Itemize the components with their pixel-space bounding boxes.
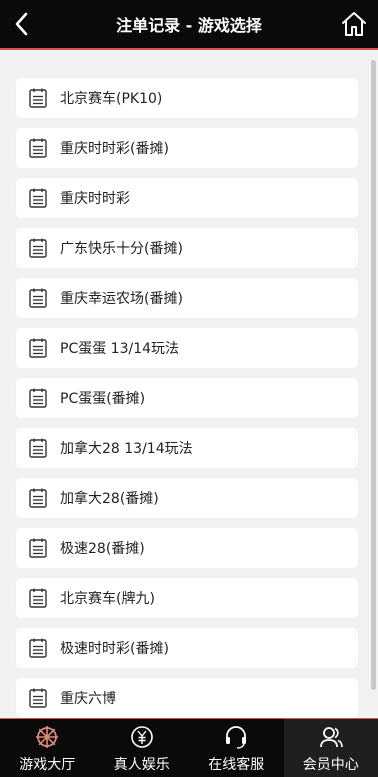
document-list-icon	[28, 337, 48, 359]
yen-coin-icon	[129, 724, 155, 750]
game-list-item[interactable]: 重庆六博	[16, 678, 358, 718]
game-list-item[interactable]: 北京赛车(牌九)	[16, 578, 358, 618]
top-bar: 注单记录 - 游戏选择	[0, 0, 378, 50]
tab-online-support[interactable]: 在线客服	[189, 719, 284, 777]
tab-game-lobby[interactable]: 游戏大厅	[0, 719, 95, 777]
game-name: 极速时时彩(番摊)	[60, 638, 169, 658]
game-name: 北京赛车(PK10)	[60, 88, 162, 108]
game-list-item[interactable]: 广东快乐十分(番摊)	[16, 228, 358, 268]
game-name: PC蛋蛋(番摊)	[60, 388, 145, 408]
game-name: PC蛋蛋 13/14玩法	[60, 338, 179, 358]
game-name: 北京赛车(牌九)	[60, 588, 155, 608]
document-list-icon	[28, 437, 48, 459]
home-icon[interactable]	[340, 10, 368, 38]
game-list-item[interactable]: 北京赛车(PK10)	[16, 78, 358, 118]
tab-label: 真人娱乐	[114, 754, 170, 774]
document-list-icon	[28, 87, 48, 109]
page-title: 注单记录 - 游戏选择	[116, 12, 262, 36]
game-list-item[interactable]: 极速时时彩(番摊)	[16, 628, 358, 668]
game-list: 北京赛车(PK10) 重庆时时彩(番摊) 重庆时时彩广东快乐十分(番摊) 重庆幸运农场…	[16, 78, 358, 718]
game-list-item[interactable]: PC蛋蛋(番摊)	[16, 378, 358, 418]
game-name: 广东快乐十分(番摊)	[60, 238, 183, 258]
tab-member-center[interactable]: 会员中心	[284, 719, 378, 777]
headset-icon	[223, 724, 249, 750]
game-name: 重庆时时彩(番摊)	[60, 138, 169, 158]
back-arrow-icon[interactable]	[10, 11, 36, 37]
document-list-icon	[28, 287, 48, 309]
bottom-tab-bar: 游戏大厅 真人娱乐 在线客服 会员中心	[0, 718, 378, 777]
game-name: 重庆幸运农场(番摊)	[60, 288, 183, 308]
document-list-icon	[28, 487, 48, 509]
document-list-icon	[28, 637, 48, 659]
tab-label: 在线客服	[208, 754, 264, 774]
game-list-area[interactable]: 北京赛车(PK10) 重庆时时彩(番摊) 重庆时时彩广东快乐十分(番摊) 重庆幸运农场…	[0, 50, 378, 718]
game-list-item[interactable]: 极速28(番摊)	[16, 528, 358, 568]
game-list-item[interactable]: 重庆时时彩(番摊)	[16, 128, 358, 168]
game-name: 重庆六博	[60, 688, 116, 708]
users-icon	[318, 724, 344, 750]
game-list-item[interactable]: 加拿大28 13/14玩法	[16, 428, 358, 468]
game-name: 极速28(番摊)	[60, 538, 145, 558]
game-name: 重庆时时彩	[60, 188, 130, 208]
scrollbar[interactable]	[371, 60, 376, 690]
ship-wheel-icon	[34, 724, 60, 750]
tab-live-casino[interactable]: 真人娱乐	[95, 719, 190, 777]
document-list-icon	[28, 187, 48, 209]
document-list-icon	[28, 537, 48, 559]
game-list-item[interactable]: 重庆幸运农场(番摊)	[16, 278, 358, 318]
document-list-icon	[28, 137, 48, 159]
game-list-item[interactable]: 重庆时时彩	[16, 178, 358, 218]
game-list-item[interactable]: 加拿大28(番摊)	[16, 478, 358, 518]
tab-label: 游戏大厅	[19, 754, 75, 774]
document-list-icon	[28, 237, 48, 259]
game-name: 加拿大28(番摊)	[60, 488, 159, 508]
tab-label: 会员中心	[303, 754, 359, 774]
game-list-item[interactable]: PC蛋蛋 13/14玩法	[16, 328, 358, 368]
game-name: 加拿大28 13/14玩法	[60, 438, 193, 458]
document-list-icon	[28, 387, 48, 409]
document-list-icon	[28, 587, 48, 609]
document-list-icon	[28, 687, 48, 709]
